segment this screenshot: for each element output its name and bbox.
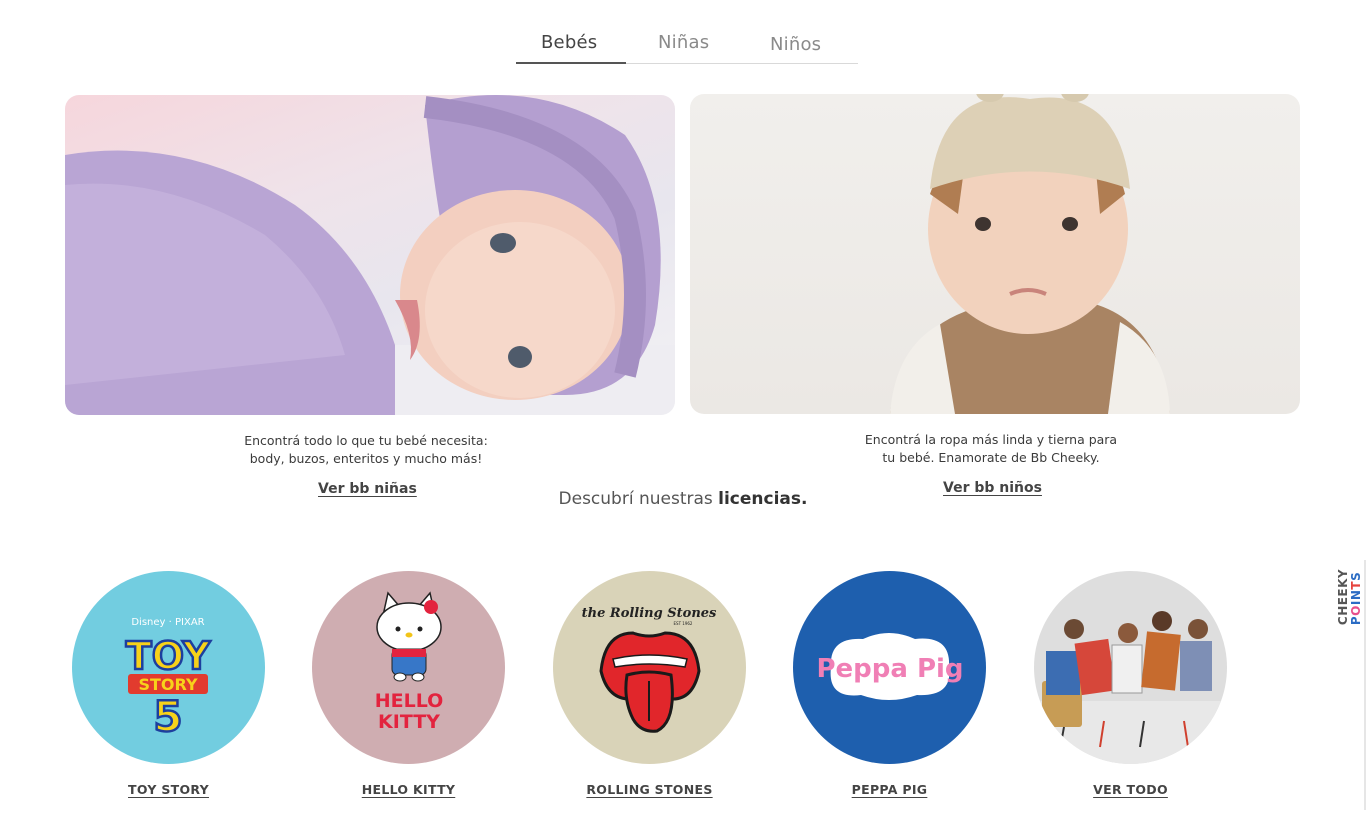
licenses-heading: Descubrí nuestras licencias.	[0, 489, 1366, 509]
rolling-stones-logo-circle[interactable]: the Rolling Stones EST 1962	[553, 571, 746, 764]
cheeky-points-letter: I	[1349, 600, 1363, 606]
peppa-pig-wordmark: Peppa Pig	[816, 654, 963, 684]
hello-kitty-logo-circle[interactable]: HELLO KITTY	[312, 571, 505, 764]
banner-2-line-1: Encontrá la ropa más linda y tierna para	[864, 432, 1118, 447]
license-hello-kitty[interactable]: HELLO KITTY HELLO KITTY	[312, 571, 505, 797]
hello-kitty-logo-icon: HELLO KITTY	[375, 591, 444, 733]
banner-bb-ninas-image[interactable]	[65, 95, 675, 415]
rolling-stones-wordmark: the Rolling Stones	[582, 606, 717, 621]
tab-ninos[interactable]: Niños	[770, 34, 821, 55]
cheeky-points-label: CHEEKY POINTS	[1336, 569, 1363, 626]
cheeky-points-letter: T	[1349, 580, 1363, 590]
peppa-pig-logo-icon: Peppa Pig	[816, 633, 964, 700]
toy-story-brand: Disney · PIXAR	[131, 617, 204, 628]
banner-1-description: Encontrá todo lo que tu bebé necesita: b…	[206, 432, 526, 468]
peppa-pig-logo-circle[interactable]: Peppa Pig	[793, 571, 986, 764]
active-tab-indicator	[516, 62, 626, 64]
hello-kitty-link[interactable]: HELLO KITTY	[312, 782, 505, 797]
hello-kitty-word-hello: HELLO	[375, 690, 444, 712]
toy-story-word-toy: TOY	[126, 634, 211, 678]
cheeky-points-letter: P	[1349, 615, 1363, 626]
license-ver-todo[interactable]: VER TODO	[1034, 571, 1227, 797]
banner-2-line-2: tu bebé. Enamorate de Bb Cheeky.	[882, 450, 1100, 465]
category-tabs: Bebés Niñas Niños	[516, 28, 858, 64]
toy-story-logo-circle[interactable]: Disney · PIXAR TOY STORY 5	[72, 571, 265, 764]
peppa-pig-link[interactable]: PEPPA PIG	[793, 782, 986, 797]
license-rolling-stones[interactable]: the Rolling Stones EST 1962 ROLLING STON…	[553, 571, 746, 797]
ver-todo-image-circle[interactable]	[1034, 571, 1227, 764]
banner-1-line-2: body, buzos, enteritos y mucho más!	[249, 451, 483, 466]
cheeky-points-letter: O	[1349, 605, 1363, 616]
ver-todo-kids-photo	[1034, 611, 1227, 764]
licenses-heading-prefix: Descubrí nuestras	[558, 489, 713, 509]
toy-story-link[interactable]: TOY STORY	[72, 782, 265, 797]
cheeky-points-letter: S	[1349, 571, 1363, 581]
cheeky-points-line2: POINTS	[1349, 569, 1363, 626]
toy-story-logo-icon: Disney · PIXAR TOY STORY 5	[125, 617, 212, 742]
toy-story-number: 5	[153, 692, 182, 741]
ver-todo-link[interactable]: VER TODO	[1034, 782, 1227, 797]
rolling-stones-tongue-icon: the Rolling Stones EST 1962	[582, 606, 717, 733]
banner-1-line-1: Encontrá todo lo que tu bebé necesita:	[244, 433, 488, 448]
rolling-stones-est: EST 1962	[674, 621, 693, 626]
license-peppa-pig[interactable]: Peppa Pig PEPPA PIG	[793, 571, 986, 797]
baby-girl-photo	[65, 95, 675, 415]
cheeky-points-letter: N	[1349, 589, 1363, 601]
rolling-stones-link[interactable]: ROLLING STONES	[553, 782, 746, 797]
banner-2-description: Encontrá la ropa más linda y tierna para…	[831, 431, 1151, 467]
tab-ninas[interactable]: Niñas	[658, 32, 709, 53]
hello-kitty-word-kitty: KITTY	[378, 711, 440, 733]
banner-bb-ninos-image[interactable]	[690, 94, 1300, 414]
license-toy-story[interactable]: Disney · PIXAR TOY STORY 5 TOY STORY	[72, 571, 265, 797]
baby-boy-photo	[890, 94, 1170, 414]
tab-bebes[interactable]: Bebés	[541, 32, 597, 53]
cheeky-points-tab[interactable]: CHEEKY POINTS	[1334, 560, 1366, 634]
licenses-heading-bold: licencias.	[718, 489, 808, 509]
